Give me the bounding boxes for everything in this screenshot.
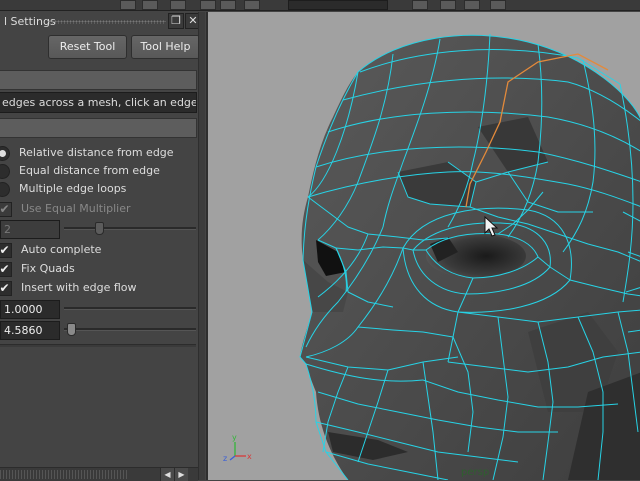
value-field-2[interactable]: 4.5860 [0,321,60,340]
scroll-right-icon[interactable]: ▶ [174,468,188,481]
check-icon: ✔ [0,243,12,258]
toolbar-button[interactable] [170,0,186,10]
axis-y-label: y [232,433,237,442]
drag-grip[interactable] [48,20,166,24]
check-icon: ✔ [0,202,12,217]
axis-gizmo-icon [229,442,246,461]
radio-label: Relative distance from edge [19,146,174,159]
slider-handle[interactable] [67,323,76,336]
scroll-left-icon[interactable]: ◀ [160,468,174,481]
reset-tool-button[interactable]: Reset Tool [48,35,127,59]
toolbar-button[interactable] [200,0,216,10]
radio-button[interactable] [0,146,10,161]
panel-splitter[interactable] [198,12,205,480]
toolbar-button[interactable] [120,0,136,10]
checkbox-label: Use Equal Multiplier [21,202,131,215]
camera-label: persp [461,467,490,478]
section-header-settings[interactable] [0,118,197,138]
top-toolbar-strip [0,0,640,11]
toolbar-button[interactable] [220,0,236,10]
check-icon: ✔ [0,281,12,296]
radio-button[interactable] [0,164,10,179]
slider-handle[interactable] [95,222,104,235]
toolbar-button[interactable] [244,0,260,10]
checkbox-label: Auto complete [21,243,102,256]
help-text-line: edges across a mesh, click an edge and d [0,92,197,113]
section-header[interactable] [0,70,197,90]
toolbar-button[interactable] [464,0,480,10]
value-field-1[interactable]: 1.0000 [0,300,60,319]
toolbar-button[interactable] [440,0,456,10]
value-slider-2[interactable] [64,328,196,331]
axis-z-label: z [223,454,227,463]
toolbar-button[interactable] [412,0,428,10]
scrollbar-thumb[interactable] [0,470,128,479]
section-divider [0,344,196,347]
checkbox-label: Insert with edge flow [21,281,137,294]
edge-loop-count-field[interactable]: 2 [0,220,60,239]
edge-loop-count-slider[interactable] [64,227,196,230]
radio-label: Multiple edge loops [19,182,127,195]
toolbar-button[interactable] [490,0,506,10]
panel-titlebar[interactable]: l Settings ❐ ✕ [0,12,204,32]
radio-button[interactable] [0,182,10,197]
head-mesh-render: y x z [223,33,640,480]
toolbar-button[interactable] [142,0,158,10]
checkbox-label: Fix Quads [21,262,75,275]
horizontal-scrollbar[interactable]: ◀ ▶ [0,467,198,481]
3d-viewport[interactable]: y x z persp [206,12,640,480]
toolbar-input-field[interactable] [288,0,388,10]
value-slider-1[interactable] [64,307,196,310]
radio-label: Equal distance from edge [19,164,160,177]
tool-help-button[interactable]: Tool Help [131,35,200,59]
restore-icon[interactable]: ❐ [168,13,184,29]
check-icon: ✔ [0,262,12,277]
axis-x-label: x [247,452,252,461]
tool-settings-panel: l Settings ❐ ✕ Reset Tool Tool Help edge… [0,12,204,481]
